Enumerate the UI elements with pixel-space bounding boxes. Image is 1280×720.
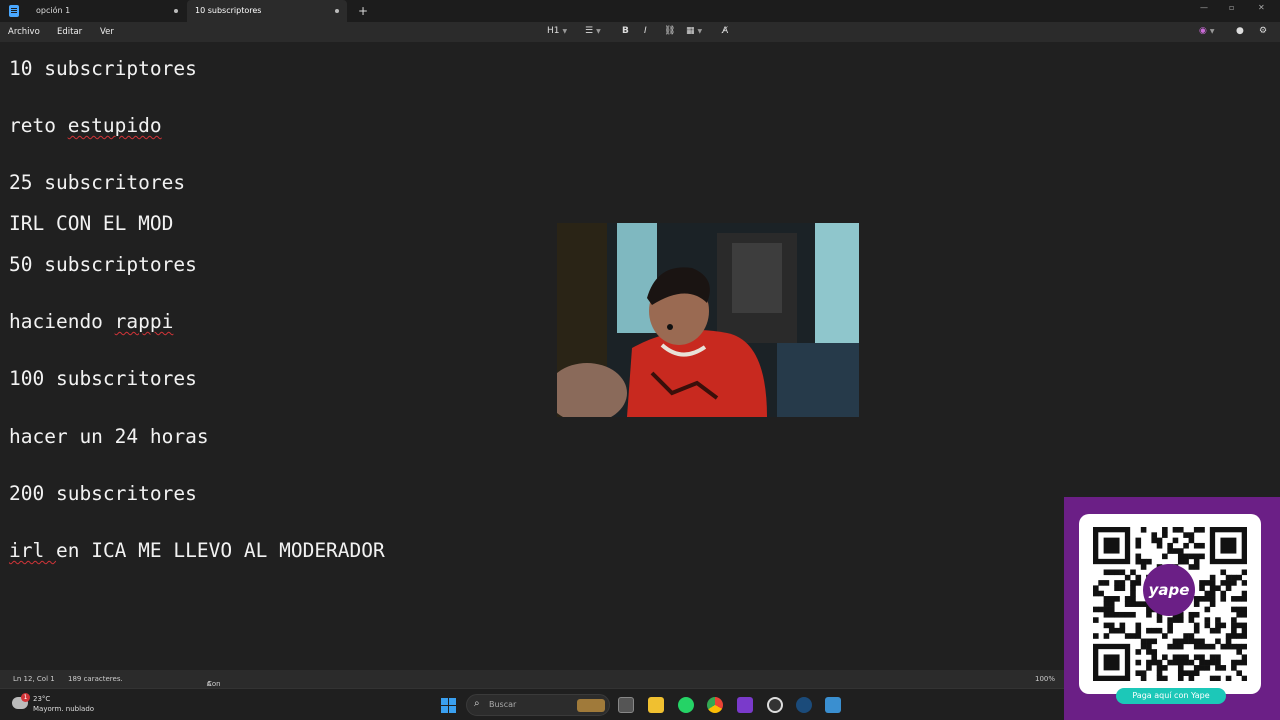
unsaved-dot-icon[interactable] bbox=[335, 9, 339, 13]
bold-button[interactable]: B bbox=[622, 26, 629, 36]
webcam-overlay bbox=[557, 223, 859, 417]
notification-badge: 1 bbox=[21, 693, 30, 702]
search-icon: ⌕ bbox=[474, 698, 480, 709]
doc-line[interactable]: 50 subscriptores bbox=[9, 253, 197, 276]
doc-line[interactable]: 200 subscritores bbox=[9, 482, 197, 505]
title-bar: opción 1 10 subscriptores + — ▫ ✕ bbox=[0, 0, 1280, 22]
doc-word: MODERADOR bbox=[279, 539, 385, 562]
screen: opción 1 10 subscriptores + — ▫ ✕ Archiv… bbox=[0, 0, 1280, 720]
doc-word: haciendo bbox=[9, 310, 115, 333]
chevron-down-icon: ▼ bbox=[697, 28, 703, 35]
task-view-icon[interactable] bbox=[618, 697, 634, 713]
heading-dropdown[interactable]: H1 ▼ bbox=[547, 26, 567, 36]
chrome-icon[interactable] bbox=[707, 697, 723, 713]
close-button[interactable]: ✕ bbox=[1258, 3, 1265, 12]
unsaved-dot-icon[interactable] bbox=[174, 9, 178, 13]
file-explorer-icon[interactable] bbox=[648, 697, 664, 713]
qr-card: yape bbox=[1079, 514, 1261, 694]
doc-word: AL bbox=[243, 539, 280, 562]
doc-line-text: irl en ICA ME LLEVO AL MODERADOR bbox=[9, 539, 385, 562]
clipchamp-icon[interactable] bbox=[737, 697, 753, 713]
clear-format-icon[interactable]: A̸ bbox=[722, 26, 728, 36]
cursor-position: Ln 12, Col 1 bbox=[13, 675, 55, 683]
table-icon: ▦ bbox=[686, 26, 695, 36]
chevron-down-icon: ▼ bbox=[1209, 28, 1215, 35]
account-icon[interactable]: ● bbox=[1236, 26, 1244, 36]
menu-ver[interactable]: Ver bbox=[100, 27, 114, 37]
chevron-down-icon: ▼ bbox=[562, 28, 568, 35]
steam-icon[interactable] bbox=[796, 697, 812, 713]
table-dropdown[interactable]: ▦ ▼ bbox=[686, 26, 702, 36]
doc-line[interactable]: haciendo rappi bbox=[9, 310, 173, 333]
tab-label: opción 1 bbox=[36, 6, 71, 15]
weather-desc: Mayorm. nublado bbox=[33, 705, 95, 713]
menu-bar: Archivo Editar Ver H1 ▼ ☰ ▼ B I ⛓ ▦ ▼ A̸ ◉ ▼… bbox=[0, 22, 1280, 42]
doc-line[interactable]: irl en ICA ME LLEVO AL MODERADOR bbox=[9, 539, 385, 562]
misspelled-word[interactable]: estupido bbox=[68, 114, 162, 137]
misspelled-word[interactable]: rappi bbox=[115, 310, 174, 333]
menu-editar[interactable]: Editar bbox=[57, 27, 82, 37]
char-count: 189 caracteres. bbox=[68, 675, 123, 683]
doc-line-text: reto estupido bbox=[9, 114, 162, 137]
doc-line-text: haciendo rappi bbox=[9, 310, 173, 333]
yape-pay-button[interactable]: Paga aquí con Yape bbox=[1116, 688, 1226, 704]
whatsapp-icon[interactable] bbox=[678, 697, 694, 713]
doc-line[interactable]: IRL CON EL MOD bbox=[9, 212, 173, 235]
list-dropdown[interactable]: ☰ ▼ bbox=[585, 26, 601, 36]
tab-opcion-1[interactable]: opción 1 bbox=[28, 0, 186, 22]
doc-line[interactable]: 10 subscriptores bbox=[9, 57, 197, 80]
tab-label: 10 subscriptores bbox=[195, 6, 262, 15]
maximize-button[interactable]: ▫ bbox=[1229, 3, 1234, 12]
zoom-level[interactable]: 100% bbox=[1035, 675, 1055, 683]
doc-line[interactable]: hacer un 24 horas bbox=[9, 425, 209, 448]
webcam-image bbox=[557, 223, 859, 417]
link-icon[interactable]: ⛓ bbox=[664, 26, 675, 36]
heading-label: H1 bbox=[547, 26, 560, 36]
doc-word: en bbox=[55, 539, 92, 562]
obs-icon[interactable] bbox=[767, 697, 783, 713]
yape-logo: yape bbox=[1143, 564, 1195, 616]
notepad-icon bbox=[9, 5, 19, 17]
settings-gear-icon[interactable]: ⚙ bbox=[1259, 26, 1267, 36]
tab-10-subscriptores[interactable]: 10 subscriptores bbox=[187, 0, 347, 22]
minimize-button[interactable]: — bbox=[1200, 3, 1208, 12]
chevron-down-icon: ▼ bbox=[596, 28, 601, 35]
copilot-icon[interactable]: ◉ ▼ bbox=[1199, 26, 1214, 36]
doc-word: ICA bbox=[91, 539, 139, 562]
start-button[interactable] bbox=[441, 698, 456, 713]
search-placeholder: Buscar bbox=[489, 700, 517, 709]
doc-word: ME bbox=[138, 539, 174, 562]
weather-temp: 23°C bbox=[33, 695, 51, 703]
doc-line[interactable]: 100 subscritores bbox=[9, 367, 197, 390]
doc-word: LLEVO bbox=[173, 539, 244, 562]
notepad-taskbar-icon[interactable] bbox=[825, 697, 841, 713]
windows-icon bbox=[441, 698, 456, 713]
list-icon: ☰ bbox=[585, 26, 594, 36]
misspelled-word[interactable]: irl bbox=[9, 539, 56, 562]
search-highlight-icon bbox=[577, 699, 605, 712]
new-tab-button[interactable]: + bbox=[358, 4, 368, 18]
search-box[interactable]: ⌕ Buscar bbox=[466, 694, 610, 716]
italic-button[interactable]: I bbox=[644, 26, 647, 36]
doc-word: reto bbox=[9, 114, 68, 137]
doc-line[interactable]: reto estupido bbox=[9, 114, 162, 137]
menu-archivo[interactable]: Archivo bbox=[8, 27, 40, 37]
doc-line[interactable]: 25 subscritores bbox=[9, 171, 185, 194]
yape-qr-overlay: yape Paga aquí con Yape bbox=[1064, 497, 1280, 720]
